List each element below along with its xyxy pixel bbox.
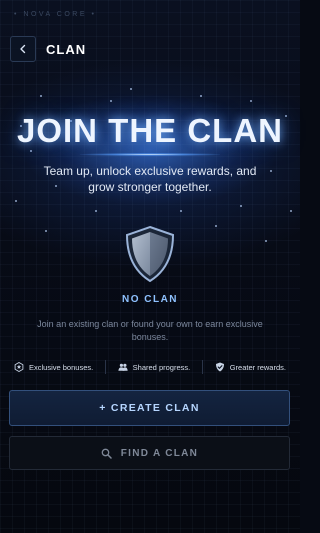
feature-label: Shared progress. <box>132 362 191 372</box>
star-dot <box>40 95 42 97</box>
find-clan-label: FIND A CLAN <box>120 447 199 459</box>
back-button[interactable] <box>10 36 36 62</box>
star-dot <box>200 95 202 97</box>
star-dot <box>265 240 267 242</box>
light-flare <box>80 153 220 156</box>
shield-icon <box>124 225 176 283</box>
feature-exclusive-bonuses: Exclusive bonuses. <box>14 362 93 372</box>
star-dot <box>130 88 132 90</box>
star-dot <box>180 210 182 212</box>
star-dot <box>45 230 47 232</box>
star-dot <box>95 210 97 212</box>
star-dot <box>250 100 252 102</box>
hero-title: JOIN THE CLAN <box>16 112 283 149</box>
feature-divider <box>201 360 203 374</box>
hero-subtitle: Team up, unlock exclusive rewards, and g… <box>43 164 257 194</box>
star-dot <box>270 170 272 172</box>
feature-label: Greater rewards. <box>229 362 286 372</box>
shield-check-icon <box>215 362 225 372</box>
star-dot <box>30 150 32 152</box>
top-bar: CLAN <box>10 36 290 62</box>
feature-greater-rewards: Greater rewards. <box>215 362 286 372</box>
feature-divider <box>104 360 106 374</box>
create-clan-button[interactable]: + CREATE CLAN <box>9 390 290 426</box>
search-icon <box>101 448 112 459</box>
feature-label: Exclusive bonuses. <box>29 362 94 372</box>
users-icon <box>118 362 128 372</box>
brand-label: • NOVA CORE • <box>14 11 97 18</box>
find-clan-button[interactable]: FIND A CLAN <box>9 436 290 470</box>
chevron-left-icon <box>20 44 26 54</box>
features-row: Exclusive bonuses. Shared progress. Grea… <box>14 358 286 376</box>
feature-shared-progress: Shared progress. <box>118 362 191 372</box>
star-dot <box>110 100 112 102</box>
clan-status-description: Join an existing clan or found your own … <box>37 319 263 342</box>
screen-title: CLAN <box>46 41 87 57</box>
star-badge-icon <box>14 362 24 372</box>
clan-status-label: NO CLAN <box>121 294 179 305</box>
star-dot <box>215 225 217 227</box>
star-dot <box>240 205 242 207</box>
star-dot <box>290 210 292 212</box>
star-dot <box>15 200 17 202</box>
